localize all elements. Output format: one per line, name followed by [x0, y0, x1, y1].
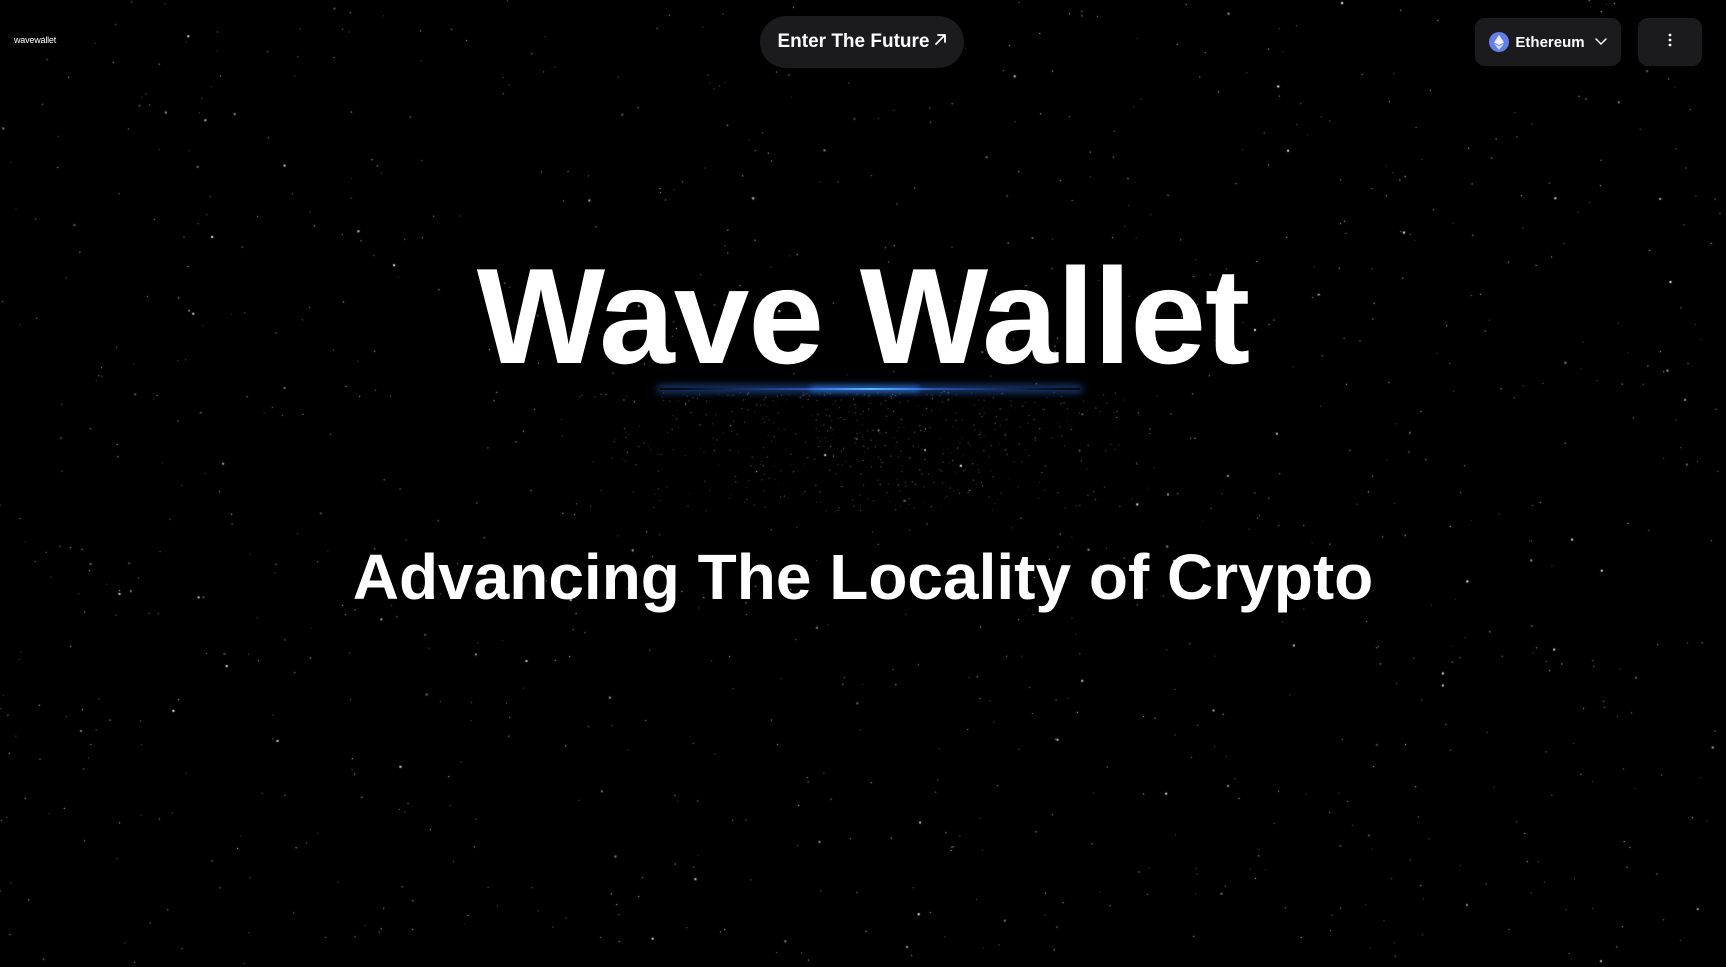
hero-subtitle: Advancing The Locality of Crypto: [352, 541, 1374, 613]
chevron-down-icon: [1594, 38, 1607, 46]
network-selector-button[interactable]: Ethereum: [1475, 18, 1621, 66]
logo[interactable]: wavewallet: [14, 35, 56, 45]
arrow-up-right-icon: [934, 33, 947, 49]
starfield-background: [0, 0, 1726, 967]
more-menu-button[interactable]: [1638, 18, 1702, 66]
hero-title: Wave Wallet: [476, 240, 1250, 392]
network-label: Ethereum: [1515, 33, 1585, 51]
more-vertical-icon: [1668, 33, 1672, 52]
ethereum-icon: [1489, 32, 1510, 52]
enter-the-future-label: Enter The Future: [777, 31, 930, 52]
enter-the-future-button[interactable]: Enter The Future: [760, 16, 964, 68]
glow-line-divider: [660, 388, 1080, 390]
